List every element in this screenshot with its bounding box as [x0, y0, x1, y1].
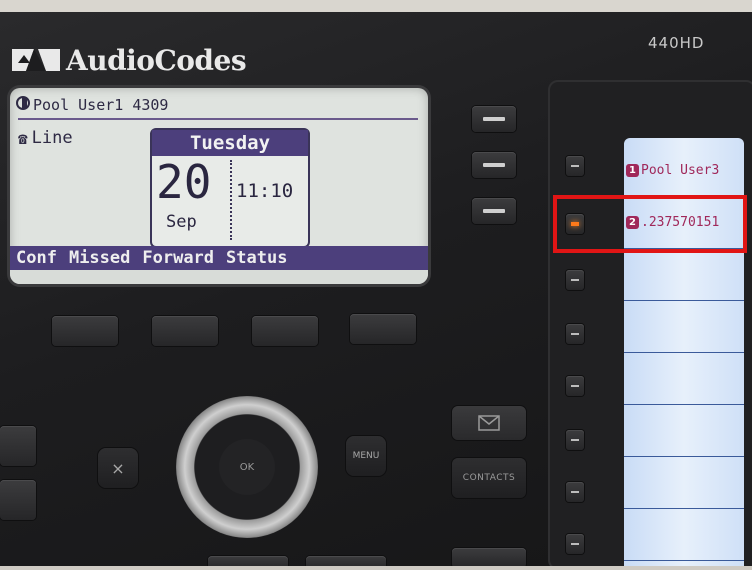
bls-row: [624, 508, 744, 561]
bls-key-6[interactable]: [566, 430, 584, 450]
line-label: Line: [31, 128, 73, 148]
hd-audio-icon: [16, 96, 30, 114]
background-surface: [0, 0, 752, 12]
bls-row: 1 Pool User3: [624, 144, 744, 197]
phone-handset-icon: ☎: [18, 128, 28, 148]
bls-row: [624, 300, 744, 353]
cancel-key[interactable]: ×: [98, 448, 138, 488]
softkey-conf[interactable]: Conf: [10, 248, 63, 268]
led-indicator-icon: [571, 279, 579, 281]
bls-key-7[interactable]: [566, 482, 584, 502]
left-edge-key-2[interactable]: [0, 480, 36, 520]
key-bar-icon: [483, 117, 505, 121]
led-indicator-icon: [571, 491, 579, 493]
line-key-3[interactable]: [472, 198, 516, 224]
envelope-icon: [478, 415, 500, 431]
left-edge-key-1[interactable]: [0, 426, 36, 466]
softkey-button-4[interactable]: [350, 314, 416, 344]
softkey-status[interactable]: Status: [220, 248, 293, 268]
ok-label: OK: [239, 461, 255, 473]
date-time-widget: Tuesday 20 Sep 11:10: [150, 128, 310, 248]
bls-number-badge: 1: [626, 163, 639, 177]
bottom-key-3[interactable]: [452, 548, 526, 568]
led-indicator-icon: [571, 385, 579, 387]
softkey-bar: Conf Missed Forward Status: [10, 246, 428, 270]
audiocodes-logo-icon: [12, 49, 60, 71]
softkey-button-1[interactable]: [52, 316, 118, 346]
contacts-label: CONTACTS: [462, 473, 516, 483]
weekday: Tuesday: [152, 130, 308, 156]
contacts-key[interactable]: CONTACTS: [452, 458, 526, 498]
led-indicator-icon: [571, 543, 579, 545]
key-bar-icon: [483, 163, 505, 167]
lcd-header: Pool User1 4309: [16, 94, 416, 116]
bls-row: [624, 248, 744, 301]
softkey-button-3[interactable]: [252, 316, 318, 346]
lcd-screen: Pool User1 4309 ☎ Line Tuesday 20 Sep 11…: [10, 88, 428, 284]
background-surface-bottom: [0, 566, 752, 570]
menu-key[interactable]: MENU: [346, 436, 386, 476]
softkey-button-2[interactable]: [152, 316, 218, 346]
user-line-identity: Pool User1 4309: [33, 96, 169, 114]
bls-key-3[interactable]: [566, 270, 584, 290]
bls-label: Pool User3: [641, 162, 720, 178]
bls-row: [624, 404, 744, 457]
line-key-2[interactable]: [472, 152, 516, 178]
voicemail-key[interactable]: [452, 406, 526, 440]
bls-row: [624, 352, 744, 405]
highlight-box: [553, 195, 747, 253]
menu-label: MENU: [352, 451, 380, 461]
model-number: 440HD: [648, 34, 705, 52]
lcd-bottom-edge: [10, 270, 428, 284]
bls-key-5[interactable]: [566, 376, 584, 396]
softkey-forward[interactable]: Forward: [136, 248, 220, 268]
key-bar-icon: [483, 209, 505, 213]
current-time: 11:10: [236, 180, 294, 202]
bls-row: [624, 456, 744, 509]
softkey-missed[interactable]: Missed: [63, 248, 136, 268]
brand-name: AudioCodes: [66, 43, 247, 77]
line-key-1[interactable]: [472, 106, 516, 132]
brand-logo-area: AudioCodes: [12, 42, 247, 78]
led-indicator-icon: [571, 439, 579, 441]
bls-key-4[interactable]: [566, 324, 584, 344]
close-icon: ×: [111, 458, 125, 478]
led-indicator-icon: [571, 165, 579, 167]
bls-key-8[interactable]: [566, 534, 584, 554]
bls-key-1[interactable]: [566, 156, 584, 176]
line-status: ☎ Line: [18, 128, 73, 148]
led-indicator-icon: [571, 333, 579, 335]
day-of-month: 20: [156, 155, 212, 209]
clock-divider: [230, 160, 232, 240]
month: Sep: [166, 212, 197, 232]
ok-button[interactable]: OK: [219, 439, 275, 495]
header-divider: [18, 118, 418, 120]
